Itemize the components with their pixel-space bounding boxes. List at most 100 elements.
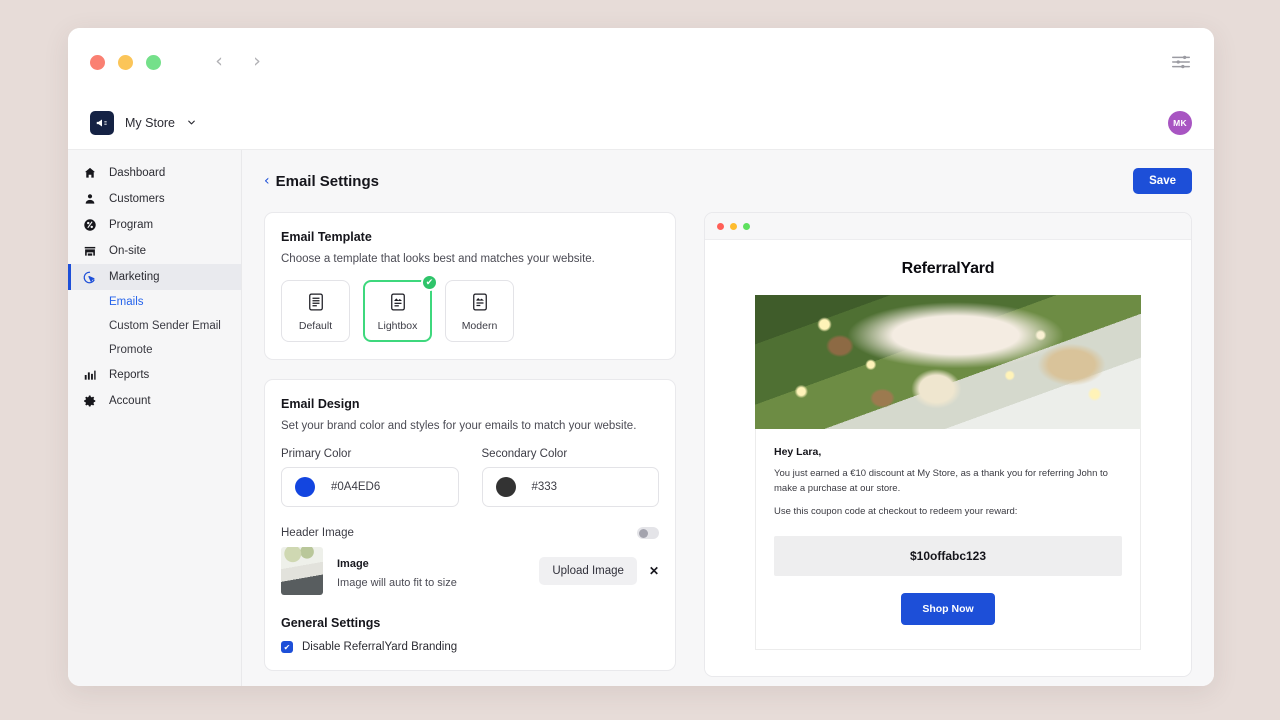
toggle-knob: [639, 529, 648, 538]
sidebar: Dashboard Customers Program: [68, 150, 242, 686]
app-body: Dashboard Customers Program: [68, 150, 1214, 686]
settings-column: Email Template Choose a template that lo…: [264, 212, 676, 686]
bar-chart-icon: [82, 368, 97, 383]
sidebar-subitem-label: Emails: [109, 296, 144, 308]
sidebar-item-label: Dashboard: [109, 167, 165, 179]
disable-branding-label: Disable ReferralYard Branding: [302, 641, 457, 653]
secondary-color-input[interactable]: #333: [482, 467, 660, 507]
store-switcher[interactable]: My Store: [90, 111, 197, 135]
email-content: Hey Lara, You just earned a €10 discount…: [755, 429, 1141, 650]
sidebar-item-on-site[interactable]: On-site: [68, 238, 241, 264]
sidebar-item-customers[interactable]: Customers: [68, 186, 241, 212]
page-header: ‹ Email Settings Save: [264, 168, 1192, 194]
preview-close-dot: [717, 223, 724, 230]
email-coupon-code: $10offabc123: [774, 536, 1122, 576]
email-hero-image: [755, 295, 1141, 429]
template-option-modern[interactable]: Modern: [445, 280, 514, 342]
save-button[interactable]: Save: [1133, 168, 1192, 194]
sidebar-item-marketing[interactable]: Marketing: [68, 264, 241, 290]
sidebar-subitem-emails[interactable]: Emails: [68, 290, 241, 314]
email-design-title: Email Design: [281, 397, 659, 411]
storefront-icon: [82, 244, 97, 259]
email-preview-body: ReferralYard Hey Lara, You just earned a…: [705, 240, 1191, 676]
email-design-card: Email Design Set your brand color and st…: [264, 379, 676, 671]
close-icon[interactable]: ✕: [649, 564, 659, 578]
home-icon: [82, 166, 97, 181]
sliders-icon[interactable]: [1170, 51, 1192, 73]
email-greeting: Hey Lara,: [774, 446, 1122, 458]
primary-color-field: Primary Color #0A4ED6: [281, 448, 459, 507]
cursor-click-icon: [82, 270, 97, 285]
content-columns: Email Template Choose a template that lo…: [264, 212, 1192, 686]
primary-color-label: Primary Color: [281, 448, 459, 460]
disable-branding-row: ✔ Disable ReferralYard Branding: [281, 641, 659, 653]
browser-nav: ‹ ›: [209, 52, 267, 72]
sidebar-item-label: Marketing: [109, 271, 160, 283]
sidebar-subitem-label: Custom Sender Email: [109, 320, 221, 332]
shop-now-button[interactable]: Shop Now: [901, 593, 994, 625]
main-content: ‹ Email Settings Save Email Template Cho…: [242, 150, 1214, 686]
template-option-lightbox[interactable]: ✔ Lightbox: [363, 280, 432, 342]
app-window: ‹ › My Store MK: [68, 28, 1214, 686]
template-option-default[interactable]: Default: [281, 280, 350, 342]
sidebar-item-label: On-site: [109, 245, 146, 257]
header-image-toggle[interactable]: [637, 527, 659, 539]
avatar[interactable]: MK: [1168, 111, 1192, 135]
header-image-thumbnail: [281, 547, 323, 595]
sidebar-subitem-promote[interactable]: Promote: [68, 338, 241, 362]
chevron-down-icon[interactable]: [186, 117, 197, 128]
user-icon: [82, 192, 97, 207]
email-paragraph-1: You just earned a €10 discount at My Sto…: [774, 467, 1122, 496]
sidebar-item-label: Program: [109, 219, 153, 231]
preview-minimize-dot: [730, 223, 737, 230]
header-image-description: Image will auto fit to size: [337, 577, 457, 589]
disable-branding-checkbox[interactable]: ✔: [281, 641, 293, 653]
email-template-card: Email Template Choose a template that lo…: [264, 212, 676, 360]
app-topbar: My Store MK: [68, 96, 1214, 150]
document-modern-icon: [470, 290, 490, 314]
back-chevron-icon[interactable]: ‹: [264, 174, 270, 188]
document-image-icon: [388, 290, 408, 314]
secondary-color-swatch[interactable]: [496, 477, 516, 497]
close-window-button[interactable]: [90, 55, 105, 70]
general-settings-title: General Settings: [281, 616, 659, 630]
sidebar-item-dashboard[interactable]: Dashboard: [68, 160, 241, 186]
email-template-subtitle: Choose a template that looks best and ma…: [281, 253, 659, 265]
header-image-name: Image: [337, 558, 369, 570]
template-options: Default ✔ Lightbox: [281, 280, 659, 342]
sidebar-item-label: Reports: [109, 369, 149, 381]
primary-color-value: #0A4ED6: [331, 481, 380, 493]
back-arrow-icon[interactable]: ‹: [209, 52, 229, 72]
email-template-title: Email Template: [281, 230, 659, 244]
email-paragraph-2: Use this coupon code at checkout to rede…: [774, 505, 1122, 520]
preview-column: ReferralYard Hey Lara, You just earned a…: [704, 212, 1192, 677]
maximize-window-button[interactable]: [146, 55, 161, 70]
header-image-meta: Image Image will auto fit to size: [337, 554, 457, 589]
secondary-color-field: Secondary Color #333: [482, 448, 660, 507]
store-name: My Store: [125, 116, 175, 130]
forward-arrow-icon[interactable]: ›: [247, 52, 267, 72]
browser-chrome: ‹ ›: [68, 28, 1214, 96]
gear-icon: [82, 394, 97, 409]
sidebar-item-program[interactable]: Program: [68, 212, 241, 238]
email-preview-card: ReferralYard Hey Lara, You just earned a…: [704, 212, 1192, 677]
sidebar-subitem-custom-sender-email[interactable]: Custom Sender Email: [68, 314, 241, 338]
email-design-subtitle: Set your brand color and styles for your…: [281, 420, 659, 432]
template-label: Modern: [462, 320, 498, 332]
header-image-label: Header Image: [281, 527, 354, 539]
preview-maximize-dot: [743, 223, 750, 230]
color-fields: Primary Color #0A4ED6 Secondary Color: [281, 448, 659, 507]
template-label: Default: [299, 320, 332, 332]
secondary-color-label: Secondary Color: [482, 448, 660, 460]
upload-image-button[interactable]: Upload Image: [539, 557, 637, 585]
sidebar-item-reports[interactable]: Reports: [68, 362, 241, 388]
sidebar-item-account[interactable]: Account: [68, 388, 241, 414]
primary-color-swatch[interactable]: [295, 477, 315, 497]
check-circle-icon: ✔: [421, 274, 438, 291]
primary-color-input[interactable]: #0A4ED6: [281, 467, 459, 507]
traffic-lights: [90, 55, 161, 70]
minimize-window-button[interactable]: [118, 55, 133, 70]
email-brand-title: ReferralYard: [755, 260, 1141, 278]
sidebar-subitem-label: Promote: [109, 344, 152, 356]
preview-chrome: [705, 213, 1191, 240]
